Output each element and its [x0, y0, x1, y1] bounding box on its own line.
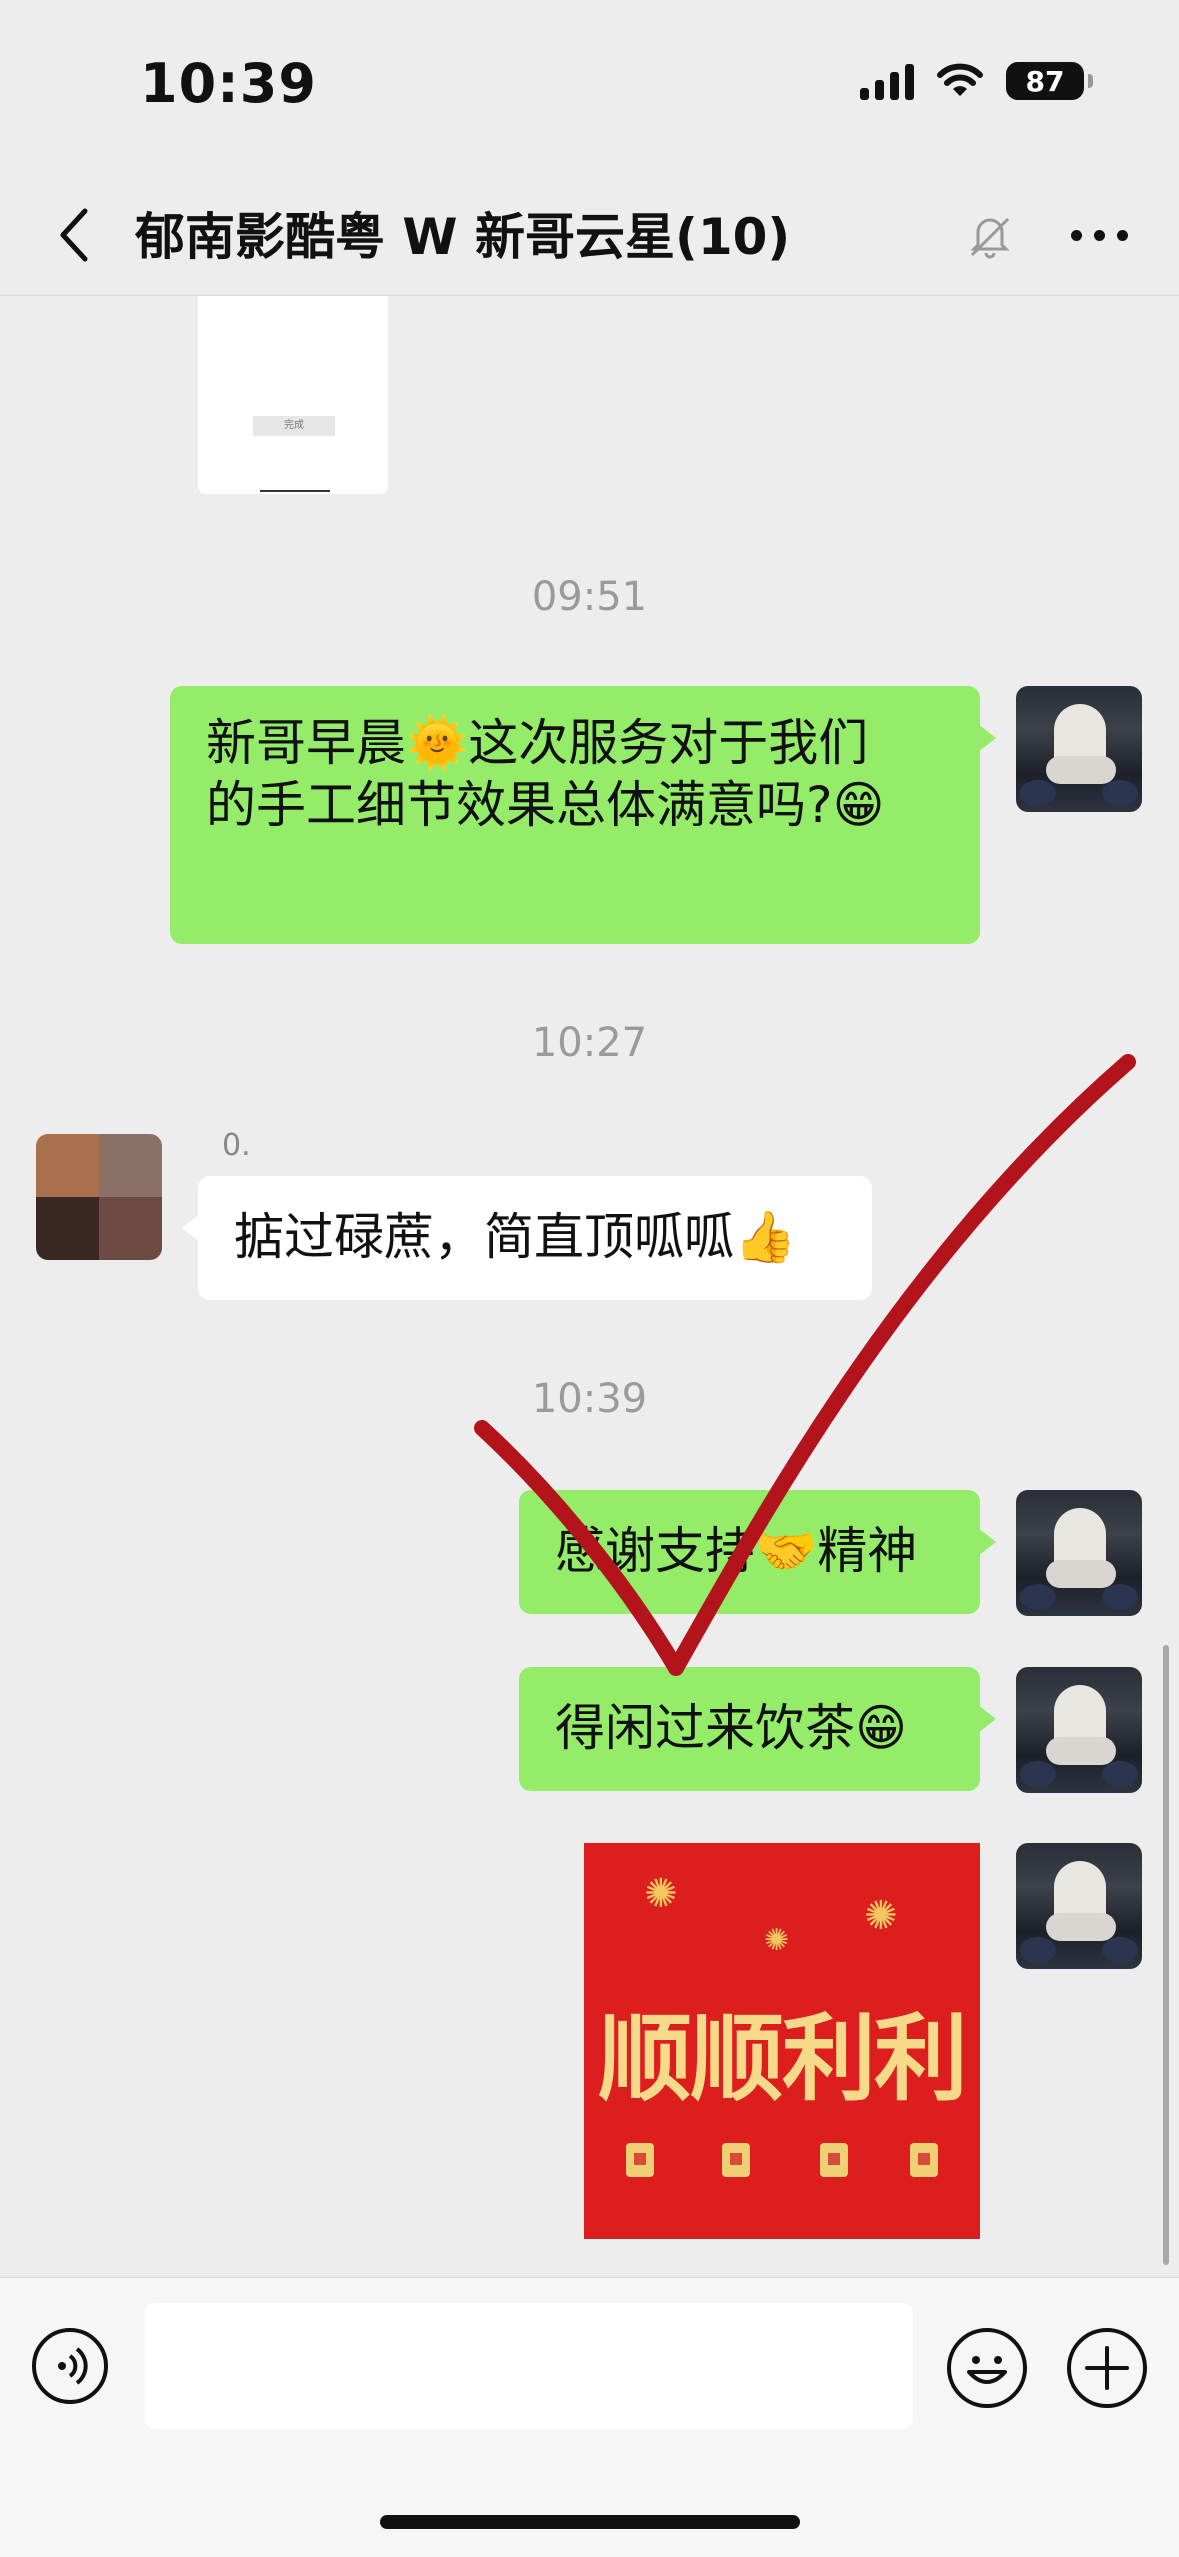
chat-header: 郁南影酷粤 W 新哥云星(10) [0, 175, 1179, 296]
wifi-icon [937, 63, 983, 96]
battery-icon: 87 [1006, 62, 1093, 100]
my-avatar[interactable] [1016, 1490, 1142, 1616]
sent-message-bubble[interactable]: 新哥早晨🌞这次服务对于我们 的手工细节效果总体满意吗?😁 [170, 686, 996, 944]
back-button[interactable] [40, 195, 110, 275]
message-text: 得闲过来饮茶😁 [555, 1699, 908, 1757]
message-text-line: 新哥早晨🌞这次服务对于我们 [206, 714, 869, 772]
sender-name: 0. [222, 1128, 251, 1163]
home-indicator [380, 2515, 800, 2529]
document-preview-card[interactable]: 完成 [198, 296, 388, 494]
voice-icon [58, 2347, 88, 2385]
input-bar [0, 2277, 1179, 2557]
chevron-left-icon [60, 208, 88, 262]
firework-decoration: ✺ [644, 1871, 678, 1917]
status-icons: 87 [860, 62, 1093, 100]
lantern-decoration [910, 2143, 938, 2177]
sent-message-bubble[interactable]: 感谢支持🤝精神 [519, 1490, 996, 1614]
plus-icon [1085, 2346, 1129, 2390]
voice-input-button[interactable] [32, 2328, 108, 2404]
more-options-button[interactable] [1049, 200, 1149, 270]
timestamp: 10:39 [531, 1376, 648, 1422]
emoji-button[interactable] [947, 2328, 1027, 2408]
message-text: 感谢支持🤝精神 [555, 1522, 918, 1580]
timestamp: 10:27 [531, 1020, 648, 1066]
lantern-decoration [626, 2143, 654, 2177]
lantern-decoration [722, 2143, 750, 2177]
my-avatar[interactable] [1016, 1667, 1142, 1793]
my-avatar[interactable] [1016, 686, 1142, 812]
document-button: 完成 [253, 416, 335, 436]
message-input[interactable] [145, 2303, 913, 2429]
mute-bell-icon [970, 217, 1010, 259]
timestamp: 09:51 [531, 574, 648, 620]
status-time: 10:39 [140, 52, 317, 115]
received-message-bubble[interactable]: 掂过碌蔗，简直顶呱呱👍 [182, 1176, 872, 1300]
sticker-image[interactable]: ✺ ✺ ✺ 顺顺利利 [584, 1843, 980, 2239]
status-bar: 10:39 87 [0, 0, 1179, 175]
document-divider [260, 490, 330, 492]
smiley-icon [967, 2356, 1007, 2384]
lantern-decoration [820, 2143, 848, 2177]
message-text: 掂过碌蔗，简直顶呱呱👍 [234, 1208, 797, 1266]
sent-message-bubble[interactable]: 得闲过来饮茶😁 [519, 1667, 996, 1791]
more-functions-button[interactable] [1067, 2328, 1147, 2408]
message-text-line: 的手工细节效果总体满意吗?😁 [206, 776, 885, 834]
chat-title: 郁南影酷粤 W 新哥云星(10) [135, 208, 791, 266]
firework-decoration: ✺ [864, 1893, 898, 1939]
cellular-signal-icon [860, 62, 914, 100]
firework-decoration: ✺ [764, 1923, 790, 1958]
sticker-text: 顺顺利利 [597, 2004, 968, 2114]
my-avatar[interactable] [1016, 1843, 1142, 1969]
contact-avatar[interactable] [36, 1134, 162, 1260]
scrollbar[interactable] [1163, 1645, 1169, 2265]
